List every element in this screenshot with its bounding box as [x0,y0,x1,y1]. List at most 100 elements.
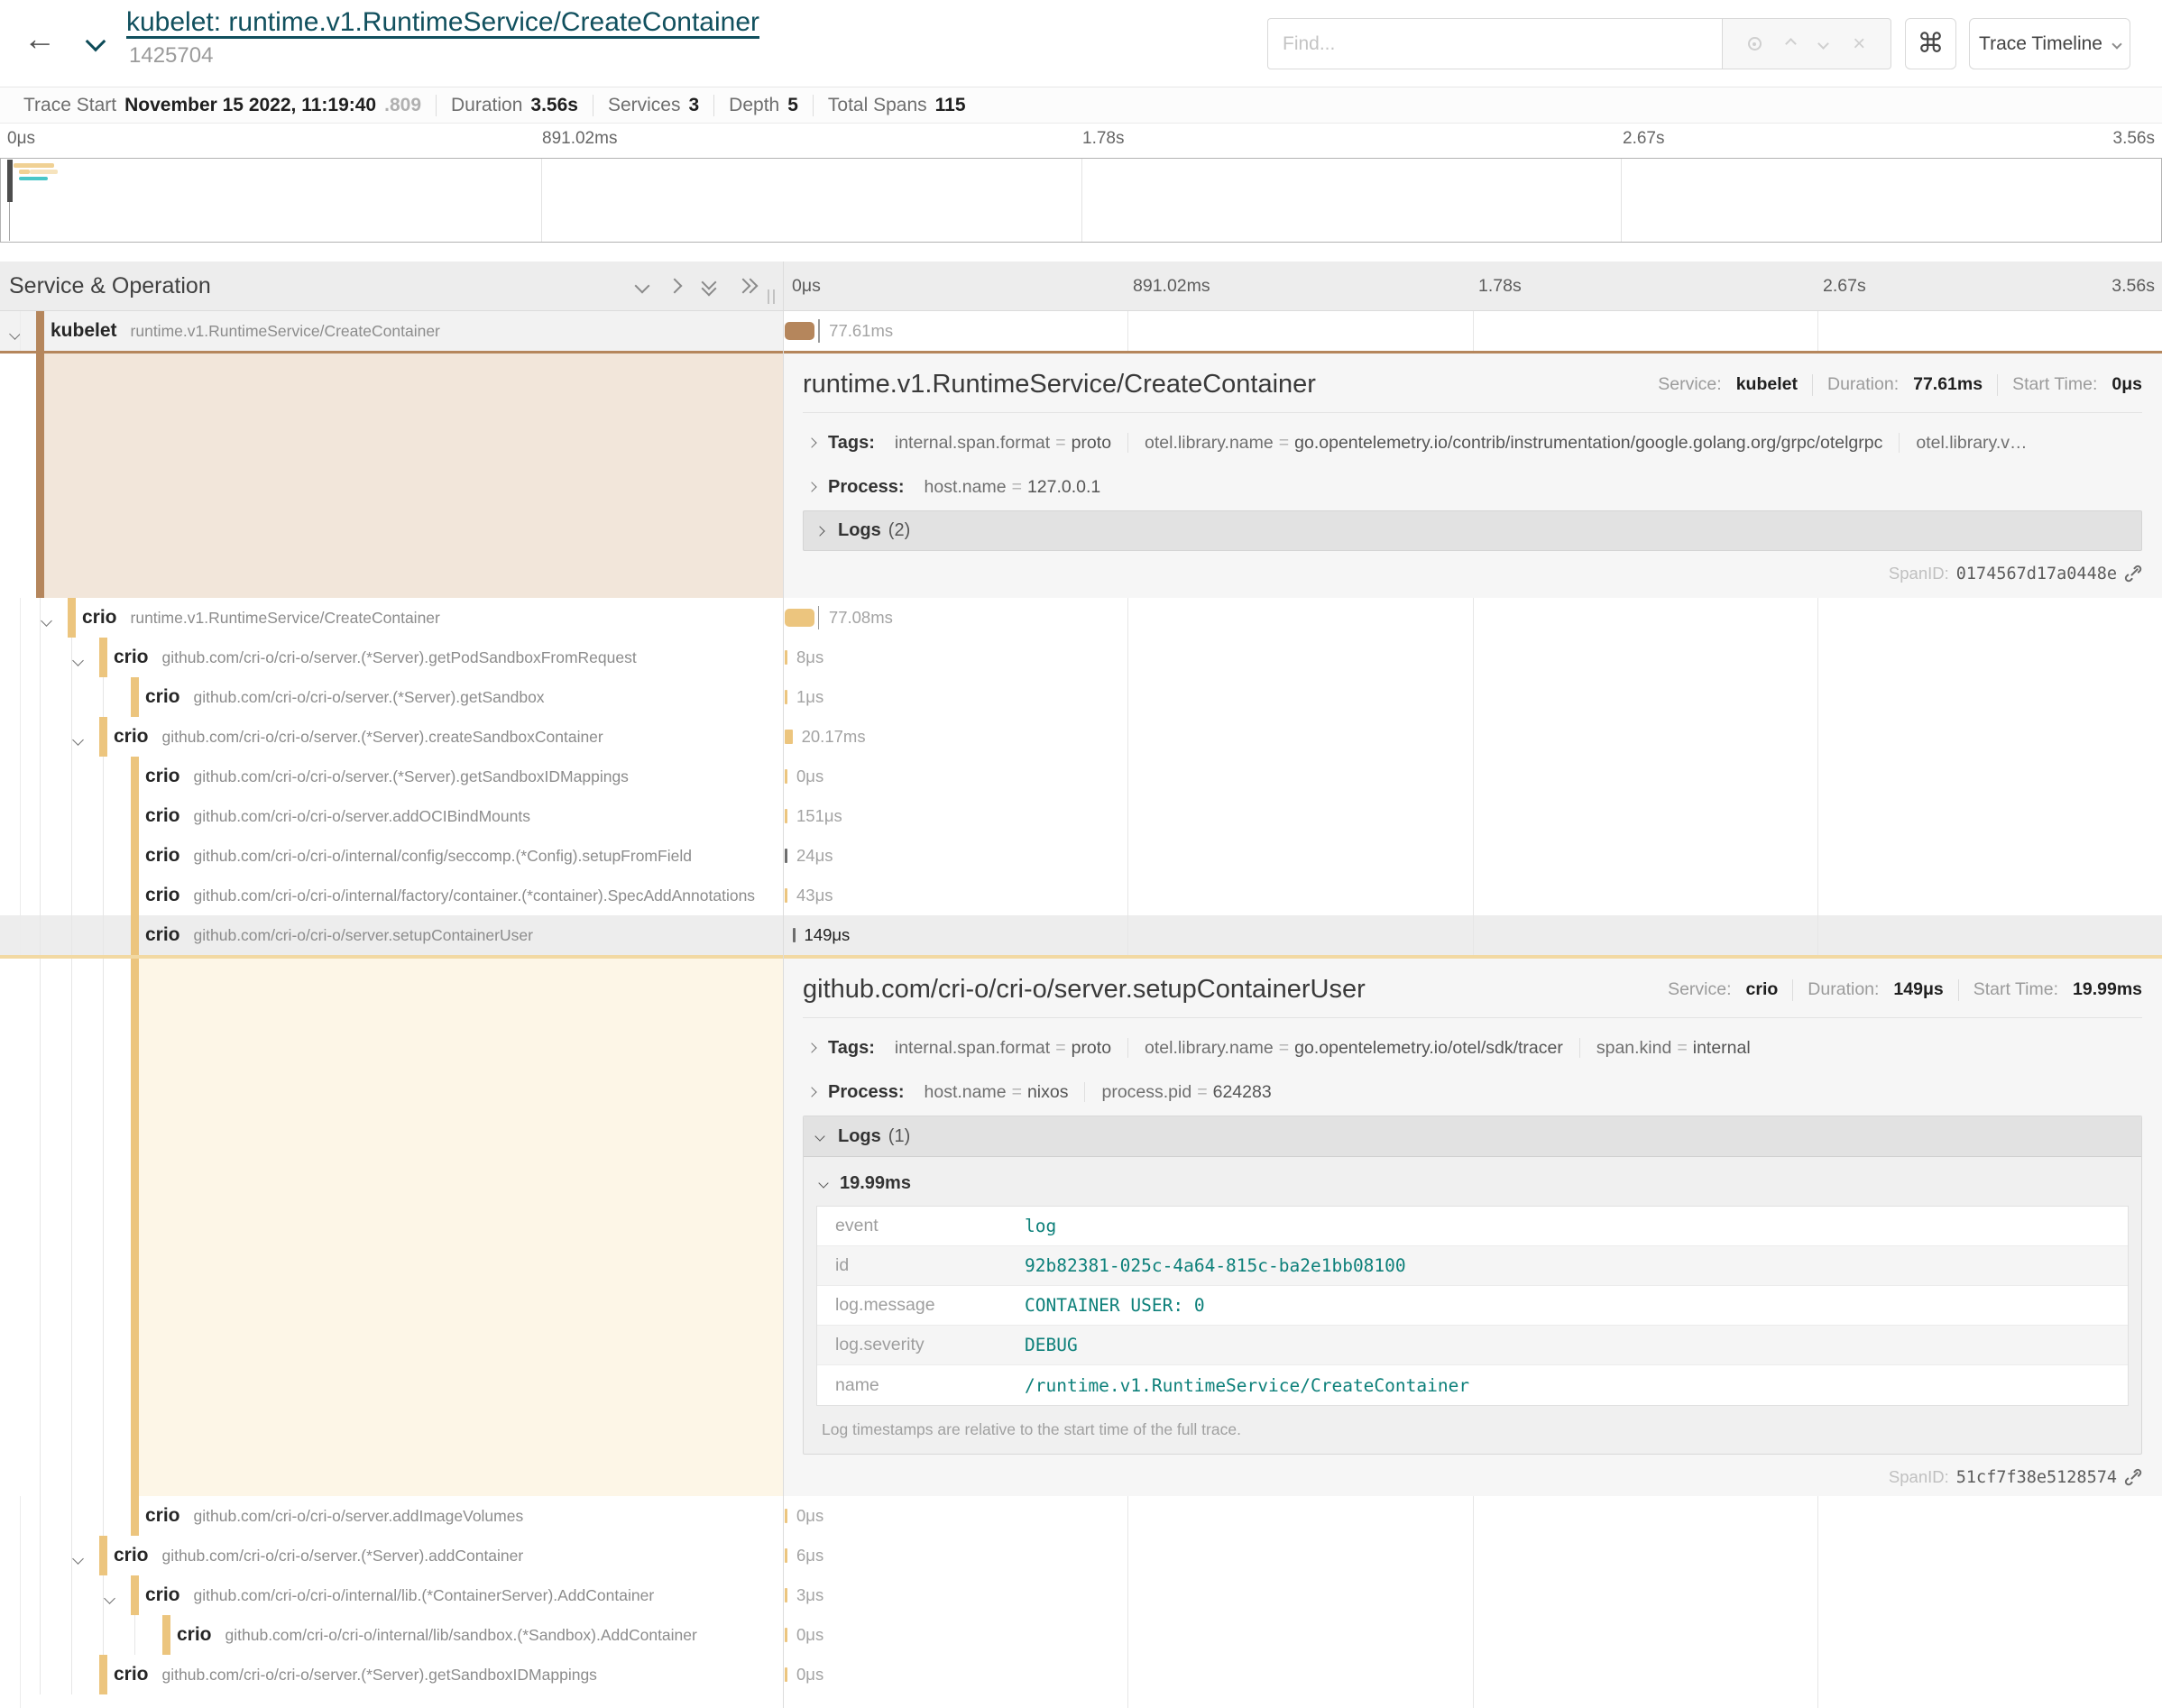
span-detail-left-gutter [0,959,783,1496]
depth-guide [40,1655,41,1694]
link-icon[interactable] [2124,1468,2142,1486]
span-row[interactable]: criogithub.com/cri-o/cri-o/server.(*Serv… [0,1536,2162,1575]
keyboard-shortcuts-button[interactable]: ⌘ [1905,18,1956,69]
logs-accordion[interactable]: Logs (2) [803,510,2142,551]
span-row[interactable]: criogithub.com/cri-o/cri-o/internal/conf… [0,836,2162,876]
operation-name: github.com/cri-o/cri-o/internal/lib.(*Co… [194,1586,655,1605]
span-duration-label: 149μs [805,915,851,955]
span-row[interactable]: criogithub.com/cri-o/cri-o/server.addIma… [0,1496,2162,1536]
trace-title-link[interactable]: kubelet: runtime.v1.RuntimeService/Creat… [126,7,759,38]
trace-minimap: 0μs 891.02ms 1.78s 2.67s 3.56s [0,124,2162,262]
span-row[interactable]: kubeletruntime.v1.RuntimeService/CreateC… [0,311,2162,351]
find-next-icon[interactable] [1818,38,1830,50]
summary-total-spans: Total Spans 115 [813,95,980,116]
link-icon[interactable] [2124,565,2142,583]
service-color-bar [131,915,139,955]
span-id-row: SpanID: 0174567d17a0448e [803,564,2142,583]
trace-timeline: Service & Operation 0μs 891.02ms 1.78s 2… [0,262,2162,1708]
locate-icon[interactable] [1748,37,1762,51]
span-duration-label: 24μs [796,836,833,876]
span-row-timeline: 1μs [783,677,2162,717]
service-name: crio [145,1505,180,1527]
span-duration-bar [785,769,787,784]
service-name: crio [145,805,180,827]
span-names: criogithub.com/cri-o/cri-o/server.setupC… [145,915,533,955]
find-bar: × [1267,18,1891,69]
span-row[interactable]: criogithub.com/cri-o/cri-o/server.(*Serv… [0,677,2162,717]
expand-chevron-icon[interactable] [74,1551,82,1567]
chevron-right-icon [806,437,816,447]
find-input[interactable] [1267,18,1722,69]
expand-one-icon[interactable] [667,279,683,294]
trace-header-collapse-icon[interactable] [88,34,103,53]
column-resize-grip[interactable] [768,289,775,304]
back-arrow-icon[interactable]: ← [23,20,56,58]
span-row-left: crioruntime.v1.RuntimeService/CreateCont… [0,598,783,638]
depth-guide [103,677,104,717]
span-row-timeline: 0μs [783,1496,2162,1536]
timeline-column-header: Service & Operation 0μs 891.02ms 1.78s 2… [0,262,2162,311]
process-row[interactable]: Process: host.name=nixosprocess.pid=6242… [803,1078,2142,1107]
tags-row[interactable]: Tags: internal.span.format=protootel.lib… [803,428,2142,457]
timeline-tick: 891.02ms [1133,276,1210,297]
span-row[interactable]: criogithub.com/cri-o/cri-o/server.setupC… [0,915,2162,955]
span-names: criogithub.com/cri-o/cri-o/server.addOCI… [145,796,530,836]
column-resize-divider[interactable] [783,262,784,1708]
command-icon: ⌘ [1918,28,1945,60]
chevron-down-icon [2111,39,2121,49]
expand-chevron-icon[interactable] [42,613,51,629]
service-name: crio [145,686,180,708]
trace-id: 1425704 [129,43,213,69]
span-row[interactable]: criogithub.com/cri-o/cri-o/server.(*Serv… [0,1655,2162,1694]
depth-guide [103,757,104,796]
log-entry: 19.99ms eventlogid92b82381-025c-4a64-815… [804,1157,2141,1454]
span-row[interactable]: criogithub.com/cri-o/cri-o/internal/lib/… [0,1615,2162,1655]
process-list: host.name=nixosprocess.pid=624283 [925,1082,1272,1103]
logs-accordion[interactable]: Logs (1) [804,1116,2141,1157]
expand-chevron-icon[interactable] [11,326,19,343]
service-color-bar [99,1536,107,1575]
collapse-all-icon[interactable] [702,276,716,296]
summary-duration: Duration 3.56s [436,95,593,116]
span-row[interactable]: criogithub.com/cri-o/cri-o/internal/lib.… [0,1575,2162,1615]
span-row[interactable]: criogithub.com/cri-o/cri-o/server.(*Serv… [0,757,2162,796]
span-duration-bar [785,650,787,665]
depth-guide [103,1496,104,1536]
find-prev-icon[interactable] [1785,38,1797,50]
collapse-one-icon[interactable] [635,279,650,294]
service-name: crio [114,1664,149,1685]
service-name: crio [114,647,149,668]
expand-all-icon[interactable] [738,279,758,293]
span-row-timeline: 77.61ms [783,311,2162,351]
service-name: crio [82,607,117,629]
find-clear-icon[interactable]: × [1853,33,1865,55]
minimap-span-bar [14,163,54,168]
expand-chevron-icon[interactable] [74,653,82,669]
expand-chevron-icon[interactable] [74,732,82,748]
log-field-key: log.message [817,1295,1025,1316]
timeline-tick: 2.67s [1823,276,1866,297]
minimap-tick: 3.56s [2113,129,2155,149]
span-row[interactable]: criogithub.com/cri-o/cri-o/internal/fact… [0,876,2162,915]
kv-pair: otel.library.v… [1916,433,2027,454]
span-row[interactable]: criogithub.com/cri-o/cri-o/server.addOCI… [0,796,2162,836]
span-names: criogithub.com/cri-o/cri-o/internal/lib.… [145,1575,654,1615]
tags-row[interactable]: Tags: internal.span.format=protootel.lib… [803,1033,2142,1062]
minimap-scrubber-handle[interactable] [7,160,13,202]
process-row[interactable]: Process: host.name=127.0.0.1 [803,473,2142,501]
depth-guide [134,1615,135,1655]
service-color-bar [131,757,139,796]
span-duration-label: 43μs [796,876,833,915]
span-row[interactable]: criogithub.com/cri-o/cri-o/server.(*Serv… [0,717,2162,757]
span-row-left: criogithub.com/cri-o/cri-o/server.(*Serv… [0,677,783,717]
expand-chevron-icon[interactable] [106,1591,114,1607]
log-timestamp-row[interactable]: 19.99ms [816,1168,2129,1198]
span-row[interactable]: criogithub.com/cri-o/cri-o/server.(*Serv… [0,638,2162,677]
trace-view-select[interactable]: Trace Timeline [1969,18,2130,69]
log-field-row: log.severityDEBUG [817,1326,2128,1365]
minimap-canvas[interactable] [0,158,2162,243]
span-duration-bar [785,888,787,903]
depth-guide [103,959,104,1496]
span-row-left: criogithub.com/cri-o/cri-o/internal/lib/… [0,1615,783,1655]
span-row[interactable]: crioruntime.v1.RuntimeService/CreateCont… [0,598,2162,638]
